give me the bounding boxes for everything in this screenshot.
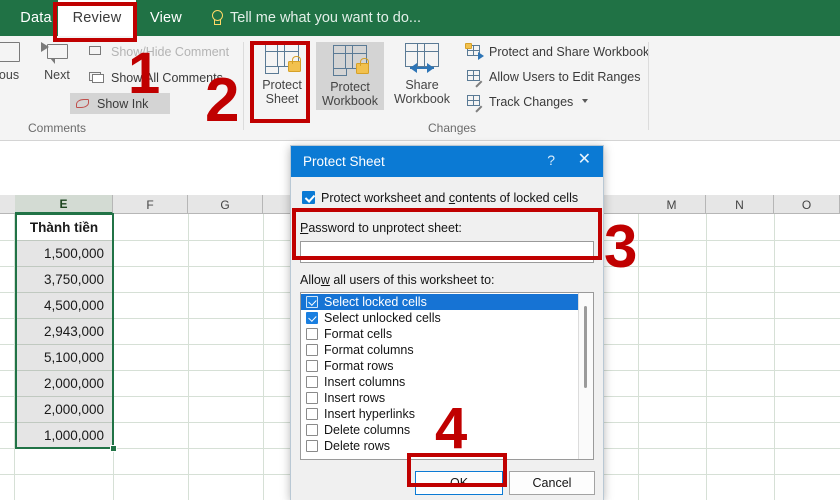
permission-checkbox[interactable] [306, 408, 318, 420]
permission-checkbox[interactable] [306, 440, 318, 452]
permission-checkbox[interactable] [306, 360, 318, 372]
tell-me-label: Tell me what you want to do... [230, 10, 422, 26]
show-all-comments-icon [88, 70, 105, 86]
listbox-scrollbar-thumb[interactable] [584, 306, 587, 388]
close-icon[interactable]: ✕ [578, 151, 591, 169]
annotation-box-review-tab [53, 2, 137, 42]
protect-worksheet-checkbox[interactable] [302, 191, 315, 204]
share-workbook-label-2: Workbook [393, 91, 451, 106]
permission-checkbox[interactable] [306, 328, 318, 340]
comments-group-label: Comments [28, 121, 87, 135]
tab-data-label: Data [20, 10, 52, 26]
column-header-E[interactable]: E [15, 195, 113, 214]
permission-checkbox[interactable] [306, 392, 318, 404]
column-header-M[interactable]: M [638, 195, 706, 214]
next-comment-icon [41, 40, 71, 66]
list-item[interactable]: Select unlocked cells [301, 310, 593, 326]
column-header-O[interactable]: O [774, 195, 840, 214]
track-changes-button[interactable]: Track Changes [462, 91, 592, 113]
protect-workbook-label-2: Workbook [321, 93, 379, 108]
protect-and-share-workbook-button[interactable]: Protect and Share Workbook [462, 41, 653, 62]
annotation-number-2: 2 [205, 66, 240, 135]
permission-label: Format columns [324, 343, 414, 357]
permission-checkbox[interactable] [306, 312, 318, 324]
list-item[interactable]: Format cells [301, 326, 593, 342]
annotation-number-4: 4 [435, 396, 468, 461]
share-workbook-icon [402, 42, 442, 76]
annotation-number-3: 3 [604, 213, 638, 280]
column-header-F[interactable]: F [113, 195, 188, 214]
changes-group-label: Changes [428, 121, 477, 135]
protect-and-share-workbook-label: Protect and Share Workbook [489, 44, 650, 59]
tell-me-box[interactable]: Tell me what you want to do... [210, 0, 421, 36]
allow-users-to-edit-ranges-label: Allow Users to Edit Ranges [489, 69, 641, 84]
protect-workbook-icon [330, 44, 370, 78]
annotation-box-protect-sheet [250, 41, 310, 123]
tab-view[interactable]: View [140, 0, 192, 36]
permission-label: Insert columns [324, 375, 406, 389]
share-workbook-button[interactable]: Share Workbook [388, 42, 456, 106]
list-item[interactable]: Format columns [301, 342, 593, 358]
cancel-button[interactable]: Cancel [509, 471, 595, 495]
previous-comment-label: ous [0, 68, 20, 82]
help-icon[interactable]: ? [547, 152, 555, 168]
permission-label: Format rows [324, 359, 394, 373]
accel-w: w [320, 273, 330, 287]
permission-label: Format cells [324, 327, 393, 341]
lightbulb-icon [210, 10, 223, 26]
permission-checkbox[interactable] [306, 376, 318, 388]
list-item[interactable]: Select locked cells [301, 294, 593, 310]
permission-label: Delete columns [324, 423, 411, 437]
selection-range-border [15, 213, 114, 449]
gridline-v [706, 214, 707, 500]
column-header-G[interactable]: G [188, 195, 263, 214]
annotation-number-1: 1 [128, 41, 161, 106]
annotation-box-ok-button [407, 453, 507, 487]
permission-label: Select locked cells [324, 295, 427, 309]
show-hide-comment-icon [88, 44, 105, 60]
list-item[interactable]: Format rows [301, 358, 593, 374]
share-workbook-label-1: Share [405, 78, 439, 92]
dialog-title: Protect Sheet [303, 154, 385, 169]
selection-fill-handle[interactable] [110, 445, 117, 452]
show-ink-icon [74, 96, 91, 112]
ribbon-body: ous Next Show/Hide Comment Show All Comm… [0, 36, 840, 141]
list-item[interactable]: Insert columns [301, 374, 593, 390]
next-comment-button[interactable]: Next [34, 40, 80, 83]
tab-view-label: View [150, 10, 182, 26]
track-changes-icon [466, 94, 483, 113]
permission-checkbox[interactable] [306, 424, 318, 436]
allow-users-to-edit-ranges-icon [466, 69, 483, 88]
gridline-v [774, 214, 775, 500]
excel-protect-sheet-screen: Data Review View Tell me what you want t… [0, 0, 840, 500]
gridline-v [263, 214, 264, 500]
chevron-down-icon[interactable] [582, 99, 589, 103]
permission-label: Insert rows [324, 391, 386, 405]
previous-comment-icon [0, 42, 20, 62]
permission-label: Select unlocked cells [324, 311, 441, 325]
permission-checkbox[interactable] [306, 296, 318, 308]
annotation-box-password [292, 208, 602, 260]
allow-users-label: Allow all users of this worksheet to: [300, 273, 495, 287]
protect-workbook-button[interactable]: Protect Workbook [316, 42, 384, 110]
previous-comment-button[interactable]: ous [0, 42, 30, 83]
cancel-label: Cancel [532, 476, 572, 490]
column-header-N[interactable]: N [706, 195, 774, 214]
protect-workbook-label-1: Protect [330, 80, 370, 94]
group-separator-2 [648, 42, 649, 130]
track-changes-label: Track Changes [489, 94, 574, 109]
dialog-title-bar[interactable]: Protect Sheet ? ✕ [291, 146, 603, 177]
protect-and-share-workbook-icon [465, 42, 484, 60]
group-separator-1 [243, 42, 244, 130]
permission-label: Delete rows [324, 439, 390, 453]
next-comment-label: Next [44, 68, 70, 82]
allow-users-to-edit-ranges-button[interactable]: Allow Users to Edit Ranges [462, 66, 644, 88]
permission-checkbox[interactable] [306, 344, 318, 356]
permission-label: Insert hyperlinks [324, 407, 416, 421]
gridline-v [188, 214, 189, 500]
protect-worksheet-label: Protect worksheet and contents of locked… [321, 191, 579, 205]
gridline-v [638, 214, 639, 500]
